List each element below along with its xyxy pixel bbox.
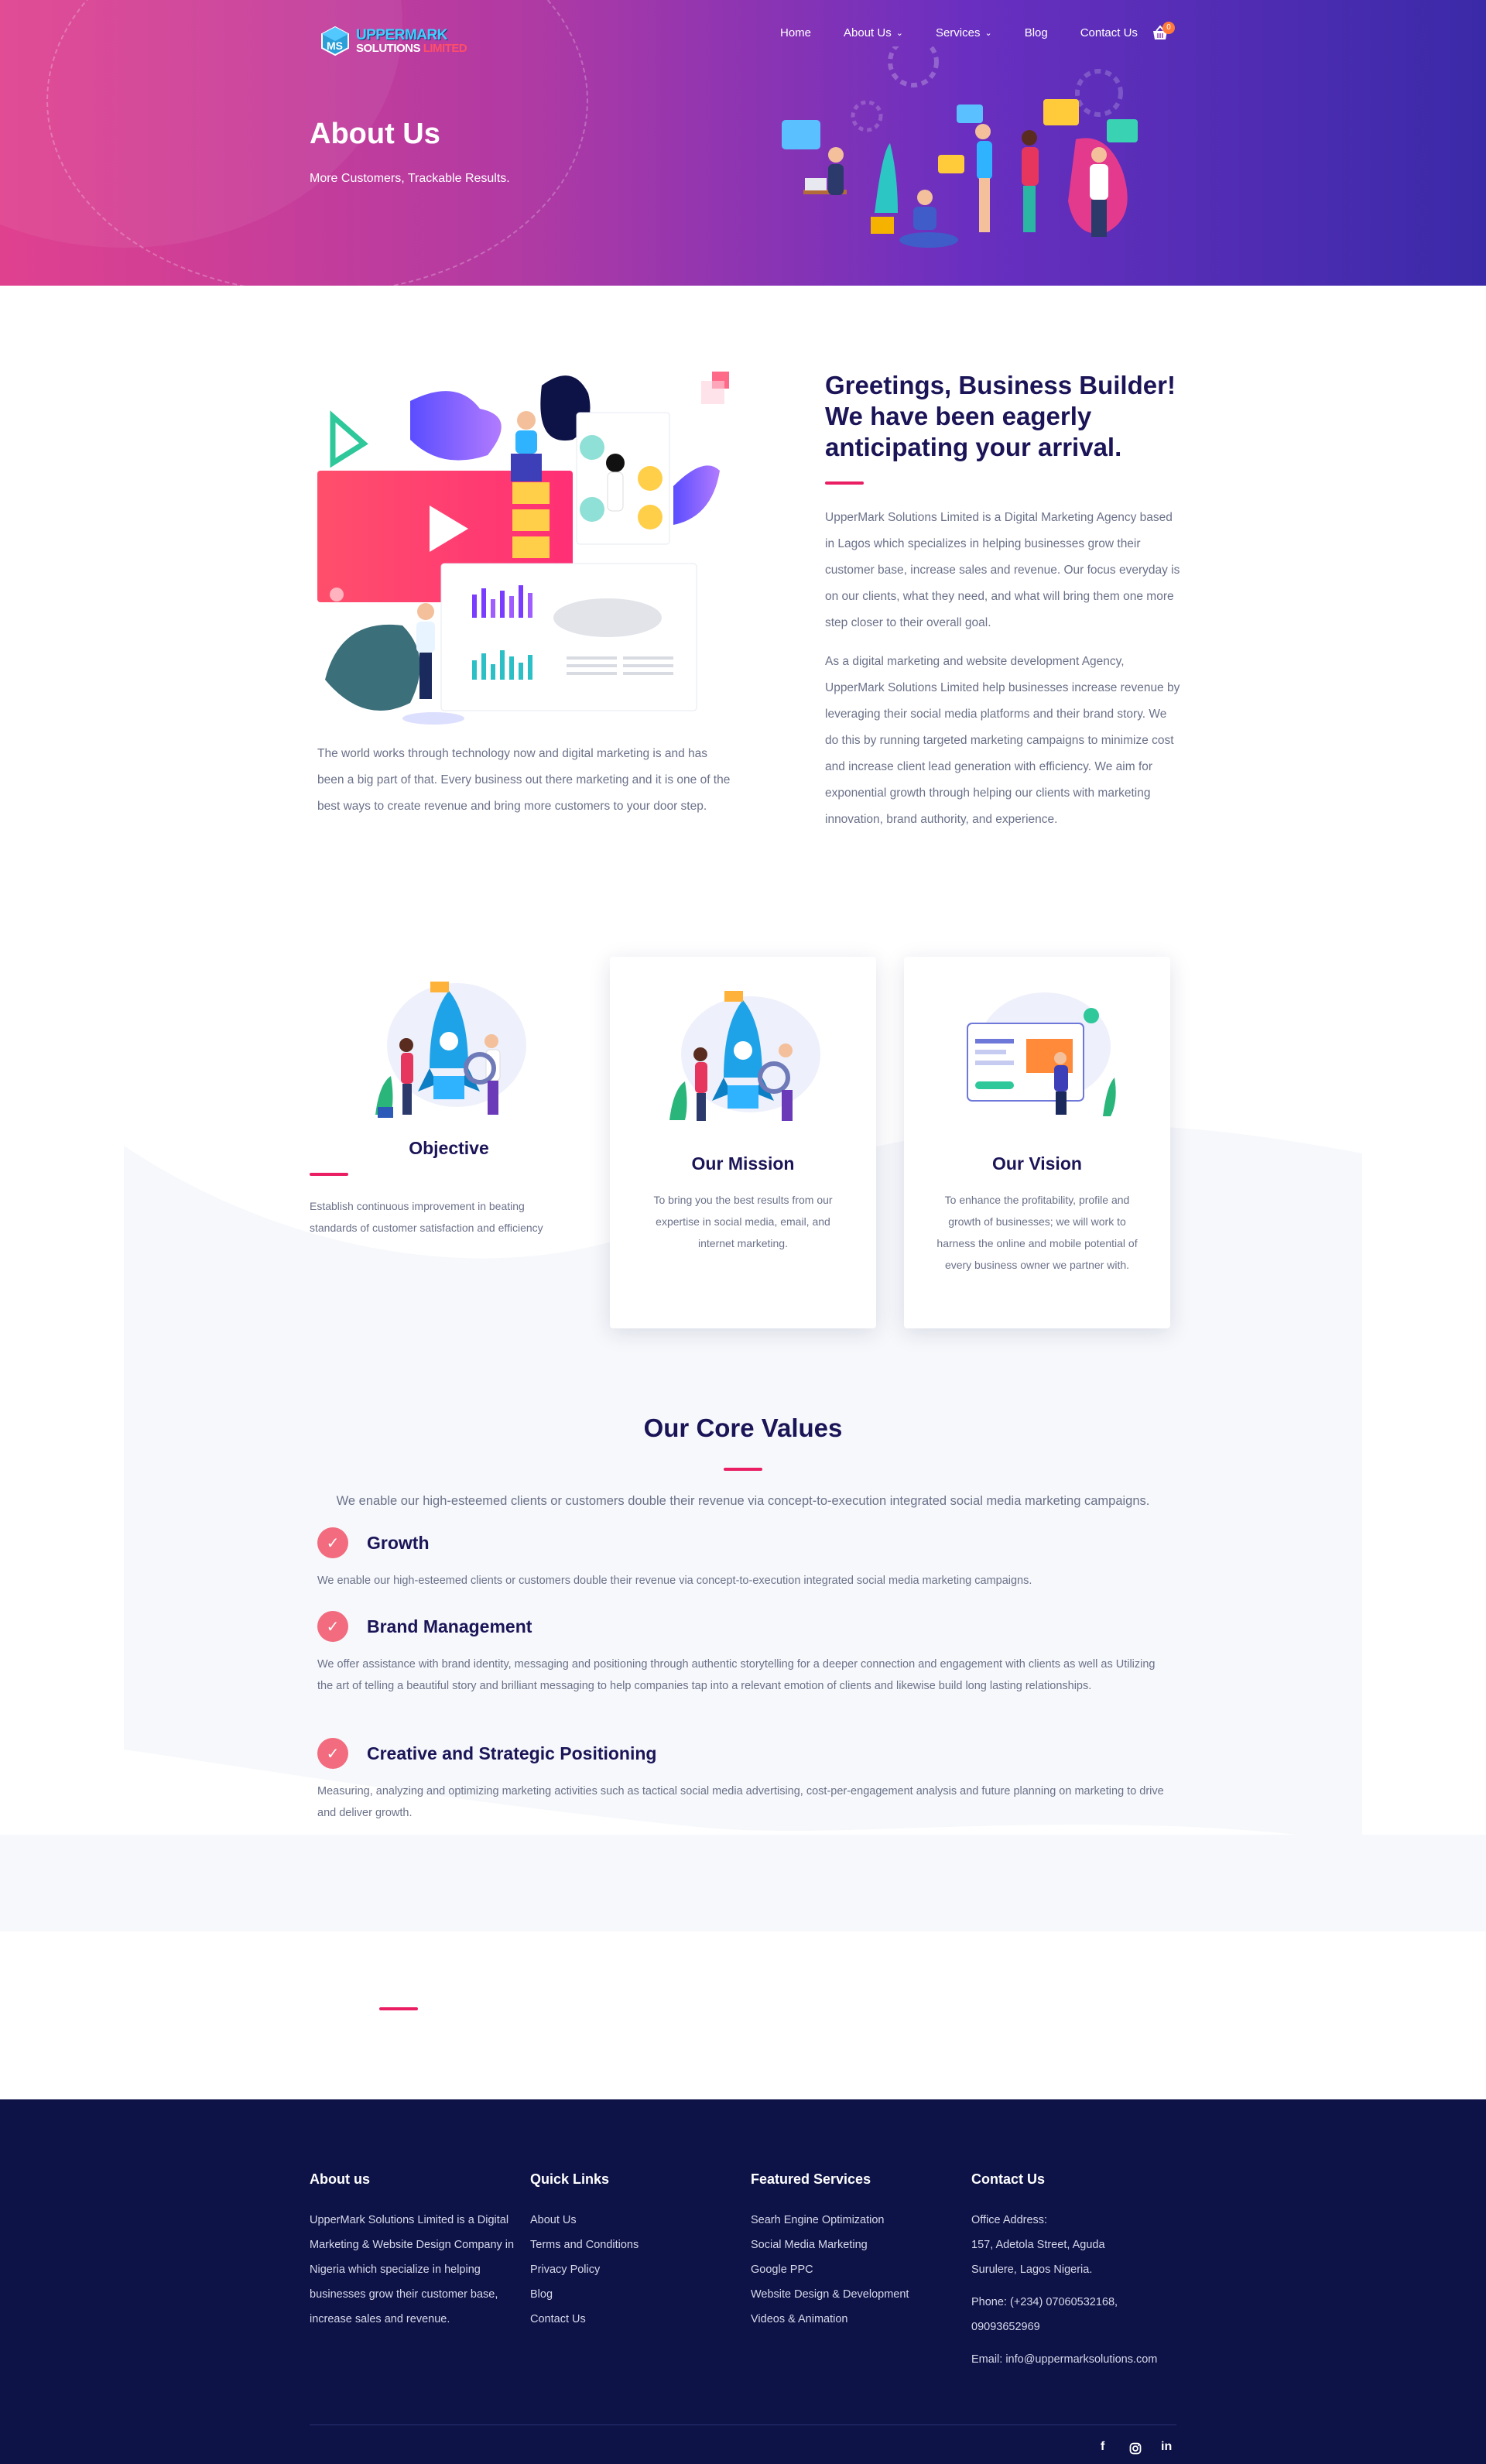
objective-underline — [310, 1173, 348, 1176]
chevron-down-icon: ⌄ — [895, 29, 903, 38]
chevron-down-icon: ⌄ — [984, 29, 992, 38]
intro-paragraph-2: As a digital marketing and website devel… — [825, 655, 1180, 826]
footer-services-title: Featured Services — [751, 2171, 871, 2187]
instagram-icon[interactable] — [1129, 2442, 1142, 2455]
footer-link-blog[interactable]: Blog — [530, 2282, 639, 2307]
footer-link-about-us[interactable]: About Us — [530, 2208, 639, 2233]
footer-service-ppc[interactable]: Google PPC — [751, 2257, 909, 2282]
cart-count-badge: 0 — [1162, 22, 1175, 34]
site-footer — [0, 2099, 1486, 2464]
greeting-heading: Greetings, Business Builder! We have bee… — [825, 371, 1176, 461]
value-text: Measuring, analyzing and optimizing mark… — [317, 1785, 1164, 1819]
intro-left-text: The world works through technology now a… — [317, 747, 731, 813]
vision-card: Our Vision To enhance the profitability,… — [904, 957, 1170, 1328]
svg-text:MS: MS — [327, 39, 343, 52]
footer-about-title: About us — [310, 2171, 370, 2187]
nav-services[interactable]: Services ⌄ — [936, 26, 992, 39]
nav-contact-us[interactable]: Contact Us — [1080, 26, 1138, 39]
card-text-vision: To enhance the profitability, profile an… — [936, 1194, 1138, 1271]
linkedin-icon[interactable]: in — [1161, 2440, 1172, 2454]
logo[interactable]: MS UPPERMARK SOLUTIONS LIMITED — [319, 25, 467, 57]
nav-home[interactable]: Home — [780, 26, 811, 39]
mission-rocket-illustration — [669, 991, 820, 1121]
contact-address-label: Office Address: — [971, 2214, 1048, 2226]
contact-address-line1: 157, Adetola Street, Aguda — [971, 2239, 1105, 2251]
footer-service-social[interactable]: Social Media Marketing — [751, 2233, 909, 2257]
check-icon: ✓ — [317, 1738, 348, 1769]
main-nav: Home About Us ⌄ Services ⌄ Blog Contact Us — [780, 26, 1170, 39]
footer-link-terms[interactable]: Terms and Conditions — [530, 2233, 639, 2257]
card-text-objective: Establish continuous improvement in beat… — [310, 1200, 543, 1234]
intro-paragraph-1: UpperMark Solutions Limited is a Digital… — [825, 511, 1180, 629]
footer-about-text: UpperMark Solutions Limited is a Digital… — [310, 2214, 515, 2325]
hero-banner: MS UPPERMARK SOLUTIONS LIMITED Home Abou… — [0, 0, 1486, 286]
value-title: Brand Management — [367, 1616, 532, 1636]
logo-text-line2: SOLUTIONS LIMITED — [356, 42, 467, 55]
core-values-intro: We enable our high-esteemed clients or c… — [336, 1494, 1150, 1508]
footer-service-video[interactable]: Videos & Animation — [751, 2307, 909, 2332]
nav-blog[interactable]: Blog — [1025, 26, 1048, 39]
page-subtitle: More Customers, Trackable Results. — [310, 172, 510, 185]
footer-service-seo[interactable]: Searh Engine Optimization — [751, 2208, 909, 2233]
footer-quicklinks: About Us Terms and Conditions Privacy Po… — [530, 2208, 639, 2332]
core-values-underline — [724, 1468, 762, 1471]
footer-services: Searh Engine Optimization Social Media M… — [751, 2208, 909, 2332]
check-icon: ✓ — [317, 1527, 348, 1558]
team-illustration — [782, 46, 1138, 248]
value-brand-management: ✓ Brand Management — [317, 1611, 532, 1642]
card-title-vision: Our Vision — [992, 1153, 1082, 1174]
footer-contact: Office Address: 157, Adetola Street, Agu… — [971, 2208, 1157, 2372]
card-title-mission: Our Mission — [691, 1153, 795, 1174]
section-underline — [379, 2007, 418, 2010]
vision-dashboard-illustration — [967, 992, 1116, 1116]
footer-quicklinks-title: Quick Links — [530, 2171, 610, 2187]
card-text-mission: To bring you the best results from our e… — [653, 1194, 833, 1249]
contact-address-line2: Surulere, Lagos Nigeria. — [971, 2264, 1093, 2276]
card-title-objective: Objective — [409, 1138, 489, 1158]
page-title: About Us — [310, 118, 440, 150]
value-title: Growth — [367, 1532, 430, 1553]
contact-email[interactable]: Email: info@uppermarksolutions.com — [971, 2347, 1157, 2372]
footer-link-contact[interactable]: Contact Us — [530, 2307, 639, 2332]
nav-about-us[interactable]: About Us ⌄ — [844, 26, 903, 39]
contact-phone-line2[interactable]: 09093652969 — [971, 2315, 1157, 2339]
digital-marketing-illustration — [317, 372, 729, 725]
value-title: Creative and Strategic Positioning — [367, 1743, 657, 1763]
contact-phone-line1[interactable]: Phone: (+234) 07060532168, — [971, 2290, 1157, 2315]
value-text: We enable our high-esteemed clients or c… — [317, 1575, 1032, 1587]
footer-contact-title: Contact Us — [971, 2171, 1046, 2187]
footer-link-privacy[interactable]: Privacy Policy — [530, 2257, 639, 2282]
logo-text-line1: UPPERMARK — [356, 27, 447, 43]
value-growth: ✓ Growth — [317, 1527, 430, 1558]
value-text: We offer assistance with brand identity,… — [317, 1658, 1156, 1692]
check-icon: ✓ — [317, 1611, 348, 1642]
facebook-icon[interactable]: f — [1101, 2440, 1104, 2454]
heading-underline — [825, 481, 864, 485]
core-values-title: Our Core Values — [643, 1414, 843, 1442]
footer-service-web[interactable]: Website Design & Development — [751, 2282, 909, 2307]
value-creative-positioning: ✓ Creative and Strategic Positioning — [317, 1738, 656, 1769]
mission-card: Our Mission To bring you the best result… — [610, 957, 876, 1328]
logo-cube-icon: MS — [321, 26, 349, 57]
objective-rocket-illustration — [375, 982, 526, 1118]
